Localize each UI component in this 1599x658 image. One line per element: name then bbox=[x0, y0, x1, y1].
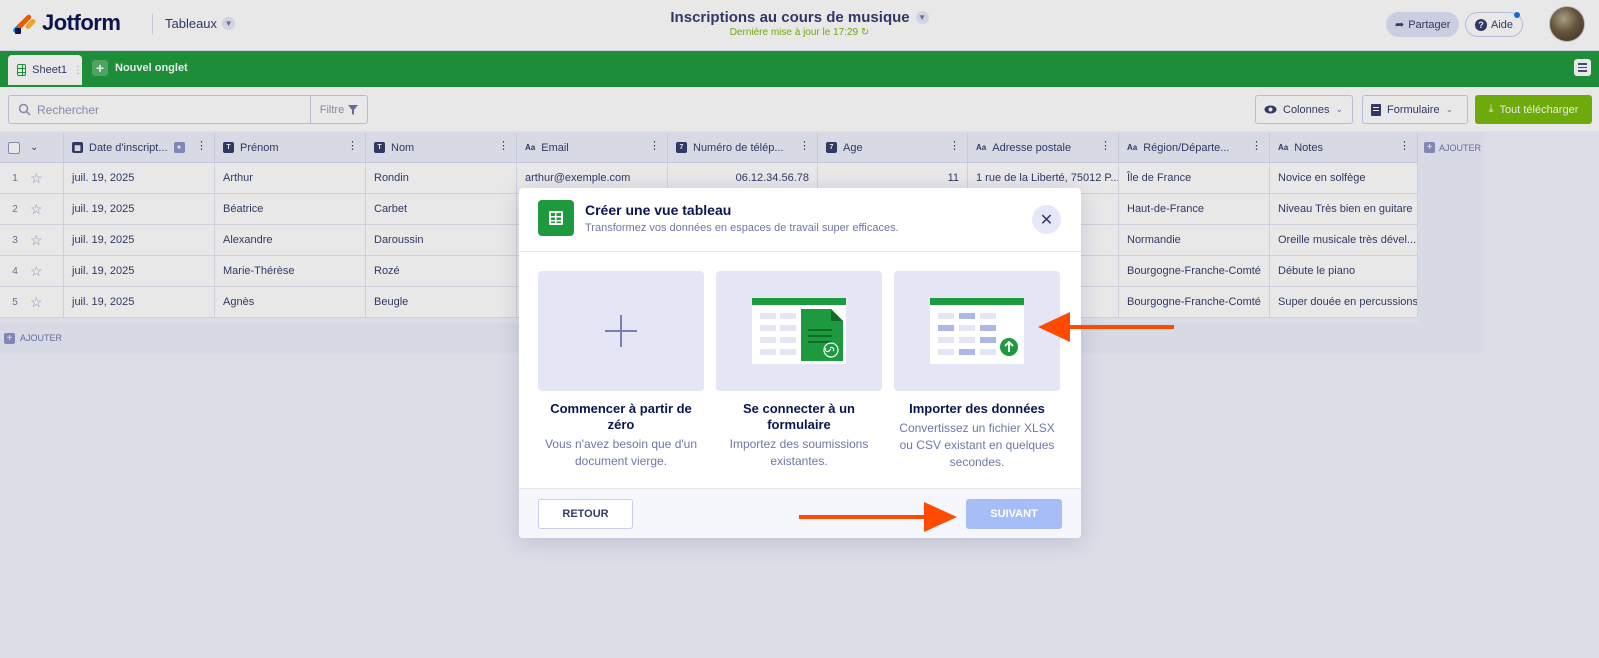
dialog-subtitle: Transformez vos données en espaces de tr… bbox=[585, 222, 899, 234]
create-table-view-dialog: Créer une vue tableau Transformez vos do… bbox=[519, 188, 1081, 538]
card-illustration bbox=[538, 271, 704, 391]
card-illustration bbox=[894, 271, 1060, 391]
annotation-arrow-left bbox=[1038, 312, 1174, 342]
back-button[interactable]: RETOUR bbox=[538, 499, 633, 529]
card-illustration bbox=[716, 271, 882, 391]
import-upload-icon bbox=[930, 298, 1024, 364]
plus-icon bbox=[605, 315, 637, 347]
annotation-arrow-right bbox=[799, 502, 957, 532]
card-description: Convertissez un fichier XLSX ou CSV exis… bbox=[899, 421, 1055, 469]
next-button[interactable]: SUIVANT bbox=[966, 499, 1062, 529]
option-cards: Commencer à partir de zéro Vous n'avez b… bbox=[538, 271, 1068, 471]
form-link-icon bbox=[752, 298, 846, 364]
close-icon: ✕ bbox=[1039, 211, 1054, 229]
option-import-data[interactable]: Importer des données Convertissez un fic… bbox=[894, 271, 1060, 471]
option-start-from-scratch[interactable]: Commencer à partir de zéro Vous n'avez b… bbox=[538, 271, 704, 471]
card-title: Commencer à partir de zéro bbox=[550, 401, 692, 432]
option-connect-form[interactable]: Se connecter à un formulaire Importez de… bbox=[716, 271, 882, 471]
table-icon bbox=[538, 200, 574, 236]
card-title: Importer des données bbox=[909, 401, 1045, 416]
card-title: Se connecter à un formulaire bbox=[743, 401, 855, 432]
dialog-title: Créer une vue tableau bbox=[585, 202, 732, 218]
close-button[interactable]: ✕ bbox=[1032, 205, 1061, 234]
card-description: Importez des soumissions existantes. bbox=[729, 437, 869, 468]
dialog-header: Créer une vue tableau Transformez vos do… bbox=[519, 188, 1081, 252]
card-description: Vous n'avez besoin que d'un document vie… bbox=[544, 437, 698, 468]
